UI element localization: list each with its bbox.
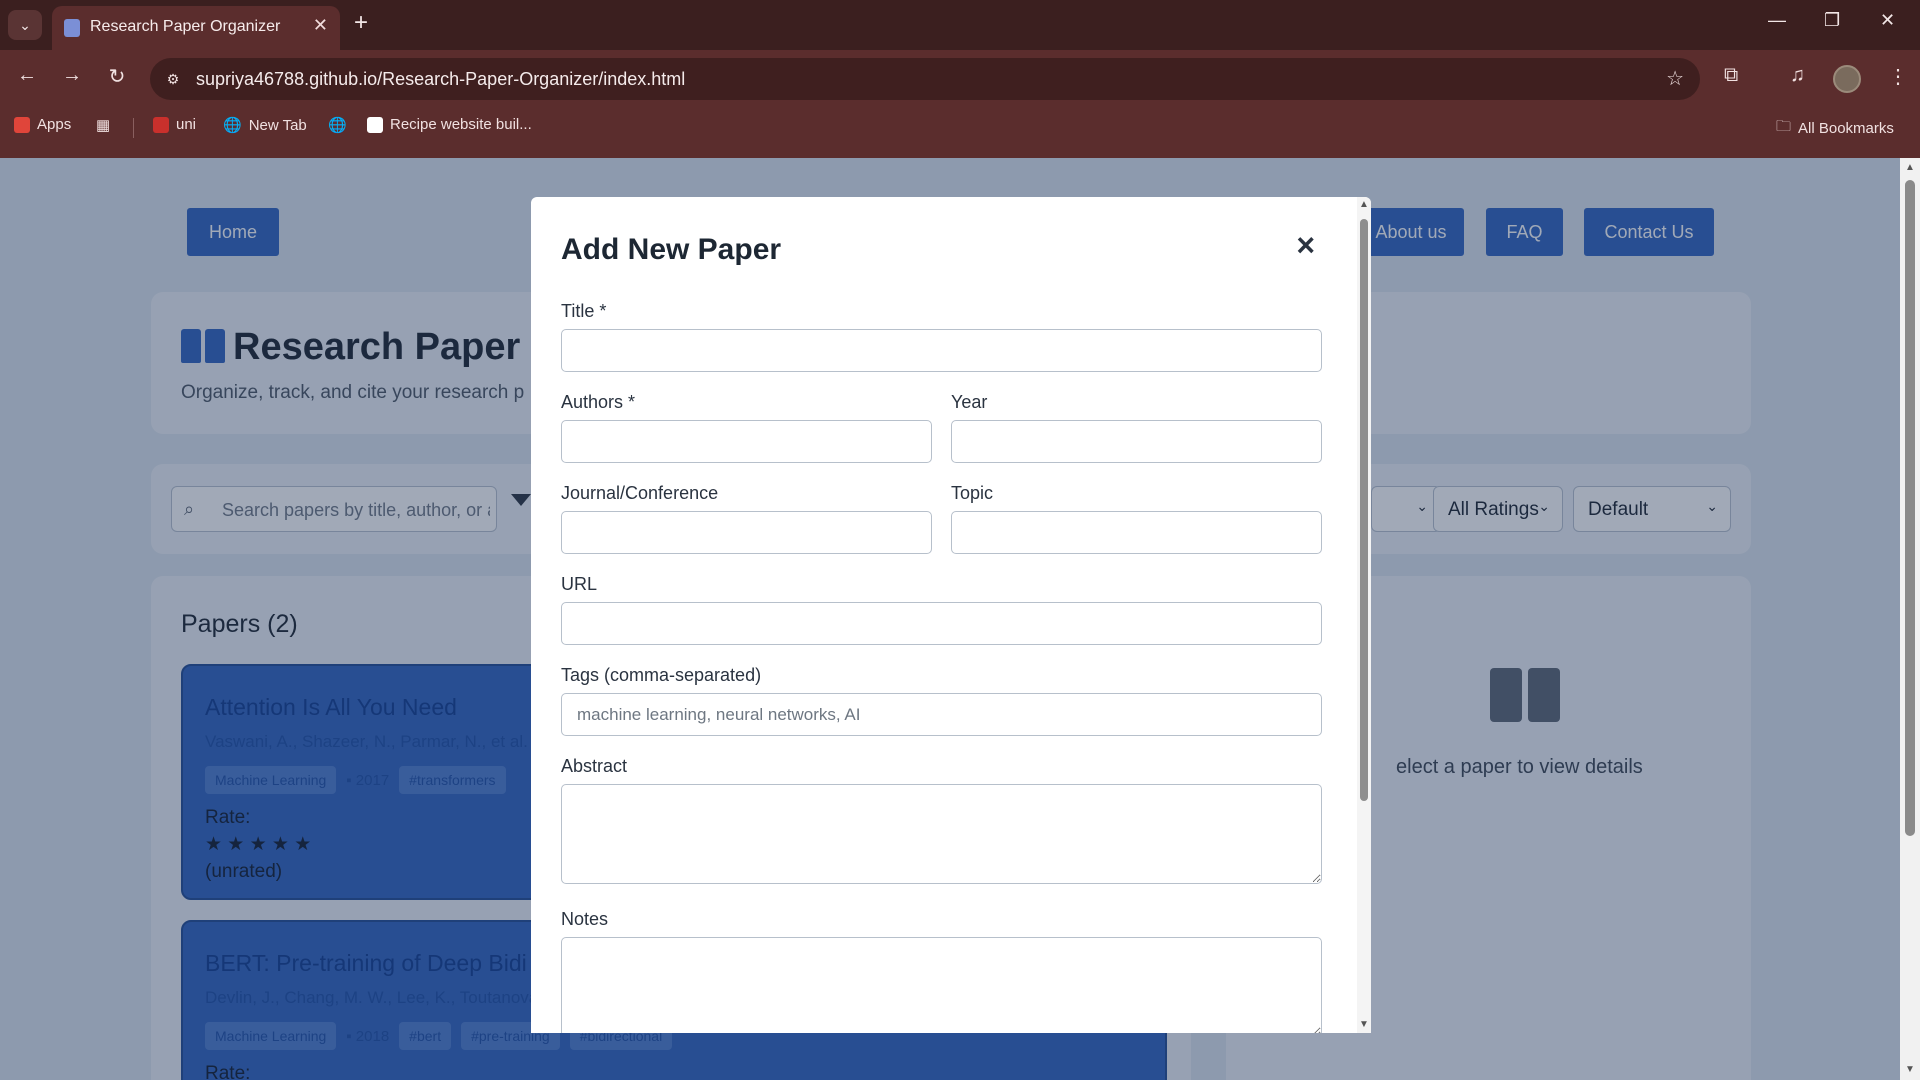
scroll-down-icon[interactable]: ▼ (1359, 1019, 1369, 1030)
journal-label: Journal/Conference (561, 483, 719, 503)
modal-scroll-thumb[interactable] (1360, 219, 1368, 801)
notes-label: Notes (561, 909, 609, 929)
site-info-icon[interactable]: ⚙ (162, 68, 184, 90)
bookmark-star-icon[interactable]: ☆ (1666, 66, 1684, 91)
bookmark-divider (133, 118, 134, 138)
tab-groups-icon[interactable]: ▦ (96, 116, 110, 134)
bookmark-uni[interactable]: uni (153, 116, 196, 133)
recipe-favicon-icon (367, 116, 383, 133)
apps-grid-icon (14, 116, 30, 133)
minimize-icon[interactable]: — (1768, 10, 1786, 31)
notes-field[interactable] (561, 937, 1322, 1033)
url-text: supriya46788.github.io/Research-Paper-Or… (196, 69, 686, 89)
browser-tab[interactable]: Research Paper Organizer ✕ (52, 6, 340, 50)
modal-scrollbar[interactable]: ▲ ▼ (1357, 197, 1371, 1033)
forward-icon[interactable]: → (57, 64, 87, 87)
all-bookmarks[interactable]: 🗀 All Bookmarks (1776, 116, 1894, 141)
menu-icon[interactable]: ⋮ (1888, 64, 1908, 89)
bookmarks-bar: Apps ▦ uni 🌐 New Tab 🌐 Recipe website bui… (0, 110, 1920, 144)
authors-field[interactable] (561, 420, 932, 463)
uni-favicon-icon (153, 116, 169, 133)
scroll-down-icon[interactable]: ▼ (1905, 1064, 1915, 1075)
tab-search-button[interactable]: ⌄ (8, 10, 42, 40)
bookmark-new-tab[interactable]: 🌐 New Tab (223, 116, 307, 135)
topic-label: Topic (951, 483, 994, 503)
page-scroll-thumb[interactable] (1905, 180, 1915, 836)
new-tab-button[interactable]: + (354, 10, 368, 36)
profile-avatar[interactable] (1833, 65, 1861, 93)
address-bar[interactable]: ⚙ supriya46788.github.io/Research-Paper-… (150, 58, 1700, 100)
reload-icon[interactable]: ↻ (102, 64, 132, 89)
tags-field[interactable] (561, 693, 1322, 736)
globe-icon: 🌐 (328, 117, 347, 134)
year-field[interactable] (951, 420, 1322, 463)
back-icon[interactable]: ← (12, 64, 42, 87)
add-paper-modal: Add New Paper × Title * Authors * Year J… (531, 197, 1371, 1033)
modal-title: Add New Paper (561, 233, 782, 266)
media-control-icon[interactable]: ♫ (1790, 64, 1805, 87)
abstract-field[interactable] (561, 784, 1322, 884)
bookmark-recipe[interactable]: Recipe website buil... (367, 116, 532, 133)
tab-title: Research Paper Organizer (90, 18, 281, 35)
tags-label: Tags (comma-separated) (561, 665, 762, 685)
title-label: Title * (561, 301, 607, 321)
authors-label: Authors * (561, 392, 636, 412)
url-field[interactable] (561, 602, 1322, 645)
browser-tab-bar: ⌄ Research Paper Organizer ✕ + — ❐ ✕ (0, 0, 1920, 50)
year-label: Year (951, 392, 988, 412)
scroll-up-icon[interactable]: ▲ (1905, 162, 1915, 173)
journal-field[interactable] (561, 511, 932, 554)
scroll-up-icon[interactable]: ▲ (1359, 199, 1369, 210)
topic-field[interactable] (951, 511, 1322, 554)
close-icon[interactable]: × (1296, 227, 1315, 263)
page-scrollbar[interactable]: ▲ ▼ (1900, 158, 1920, 1080)
folder-icon: 🗀 (1776, 118, 1792, 135)
tab-favicon-icon (64, 19, 80, 37)
url-label: URL (561, 574, 598, 594)
bookmark-apps[interactable]: Apps (14, 116, 71, 133)
browser-toolbar: ← → ↻ ⚙ supriya46788.github.io/Research-… (0, 50, 1920, 158)
extensions-icon[interactable]: ⧉ (1724, 64, 1738, 87)
abstract-label: Abstract (561, 756, 628, 776)
window-close-icon[interactable]: ✕ (1880, 10, 1895, 31)
globe-icon: 🌐 (223, 117, 242, 134)
title-field[interactable] (561, 329, 1322, 372)
tab-close-icon[interactable]: ✕ (313, 15, 328, 36)
bookmark-globe[interactable]: 🌐 (328, 116, 347, 134)
restore-icon[interactable]: ❐ (1824, 10, 1840, 31)
